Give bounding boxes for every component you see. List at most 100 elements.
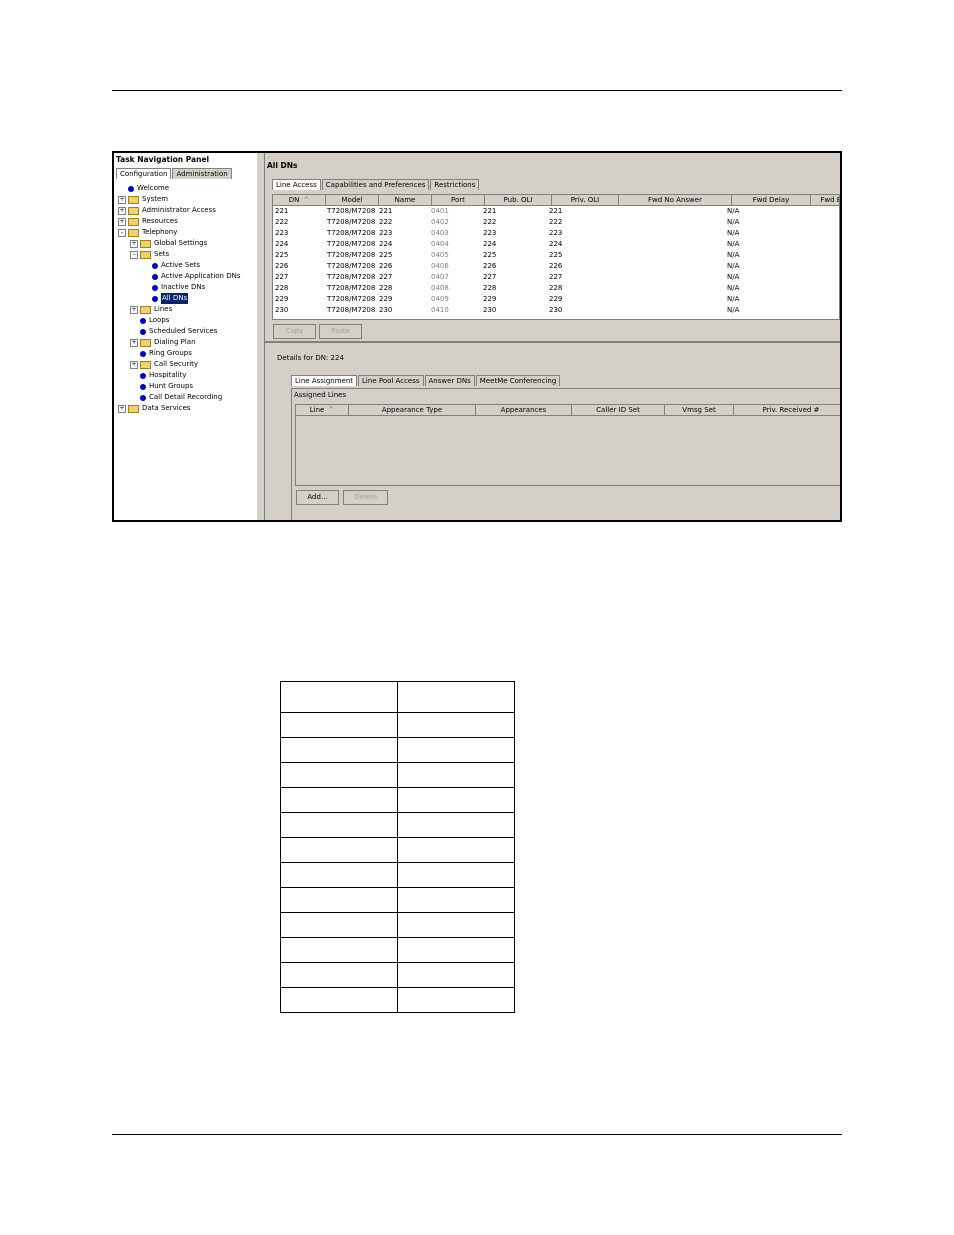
column-header[interactable]: Fwd No Answer — [619, 195, 732, 206]
table-cell: 224 — [483, 240, 497, 248]
column-header[interactable]: DN ^ — [273, 195, 326, 206]
tree-item[interactable]: Hospitality — [130, 370, 186, 381]
tree-item[interactable]: Scheduled Services — [130, 326, 217, 337]
tree-item[interactable]: Ring Groups — [130, 348, 192, 359]
table-cell: 0408 — [431, 284, 449, 292]
tree-item[interactable]: + System — [118, 194, 168, 205]
column-header[interactable]: Vmsg Set — [665, 405, 734, 416]
table-cell: 221 — [549, 207, 563, 215]
table-row — [280, 762, 515, 788]
tab-administration[interactable]: Administration — [172, 168, 232, 179]
tab-meetme-conferencing[interactable]: MeetMe Conferencing — [475, 375, 561, 386]
dot-icon — [140, 350, 146, 357]
splitter[interactable] — [257, 153, 265, 520]
table-cell — [280, 812, 398, 838]
table-row[interactable]: 227 T7208/M7208 227 0407 227 227 N/A — [273, 272, 839, 283]
table-row[interactable]: 223 T7208/M7208 223 0403 223 223 N/A — [273, 228, 839, 239]
collapse-icon[interactable]: - — [118, 228, 126, 237]
tree-item-label: Hospitality — [149, 371, 187, 379]
dot-icon — [140, 383, 146, 390]
table-cell — [397, 737, 515, 763]
table-row[interactable]: 222 T7208/M7208 222 0402 222 222 N/A — [273, 217, 839, 228]
tree-item[interactable]: Hunt Groups — [130, 381, 193, 392]
expand-icon[interactable]: + — [118, 217, 126, 226]
tree-item[interactable]: + Call Security — [130, 359, 198, 370]
tree-item[interactable]: - Sets — [130, 249, 169, 260]
column-header[interactable]: Priv. Received # — [734, 405, 840, 416]
table-row[interactable]: 224 T7208/M7208 224 0404 224 224 N/A — [273, 239, 839, 250]
table-row[interactable]: 225 T7208/M7208 225 0405 225 225 N/A — [273, 250, 839, 261]
column-header[interactable]: Name — [379, 195, 432, 206]
tab-capabilities[interactable]: Capabilities and Preferences — [321, 179, 430, 190]
tab-line-pool-access[interactable]: Line Pool Access — [358, 375, 424, 386]
tree-item-label: Dialing Plan — [154, 338, 196, 346]
tree-item[interactable]: Loops — [130, 315, 169, 326]
tree-item[interactable]: + Global Settings — [130, 238, 207, 249]
table-cell: T7208/M7208 — [327, 262, 376, 270]
copy-button[interactable]: Copy — [273, 324, 316, 339]
column-header[interactable]: Appearance Type — [349, 405, 476, 416]
tree-item[interactable]: - Telephony — [118, 227, 177, 238]
tree-item[interactable]: + Lines — [130, 304, 172, 315]
tab-answer-dns[interactable]: Answer DNs — [424, 375, 475, 386]
detail-tabs: Line Assignment Line Pool Access Answer … — [291, 375, 561, 386]
tree-item[interactable]: Active Application DNs — [142, 271, 241, 282]
table-row[interactable]: 221 T7208/M7208 221 0401 221 221 N/A — [273, 206, 839, 217]
tree-item[interactable]: Active Sets — [142, 260, 200, 271]
tree-item[interactable]: Call Detail Recording — [130, 392, 222, 403]
table-cell — [397, 787, 515, 813]
table-row[interactable]: 230 T7208/M7208 230 0410 230 230 N/A — [273, 305, 839, 316]
expand-icon[interactable]: + — [118, 206, 126, 215]
column-header[interactable]: Fwd Delay — [732, 195, 811, 206]
tree-item[interactable]: Welcome — [118, 183, 169, 194]
expand-icon[interactable]: + — [130, 239, 138, 248]
table-cell: 0410 — [431, 306, 449, 314]
expand-icon[interactable]: + — [130, 305, 138, 314]
tree-item[interactable]: + Data Services — [118, 403, 190, 414]
dot-icon — [152, 262, 158, 269]
tree-item-label: Sets — [154, 250, 170, 258]
tree-item[interactable]: Inactive DNs — [142, 282, 205, 293]
dot-icon — [140, 372, 146, 379]
table-cell — [397, 937, 515, 963]
expand-icon[interactable]: + — [118, 404, 126, 413]
column-header[interactable]: Caller ID Set — [572, 405, 665, 416]
horizontal-splitter[interactable] — [265, 341, 840, 343]
tab-configuration[interactable]: Configuration — [116, 168, 172, 179]
table-cell — [613, 217, 725, 228]
collapse-icon[interactable]: - — [130, 250, 138, 259]
assigned-lines-label: Assigned Lines — [294, 391, 347, 399]
table-row[interactable]: 229 T7208/M7208 229 0409 229 229 N/A — [273, 294, 839, 305]
column-header[interactable]: Appearances — [476, 405, 572, 416]
table-row — [280, 937, 515, 963]
add-button[interactable]: Add... — [296, 490, 339, 505]
paste-button[interactable]: Paste — [319, 324, 362, 339]
folder-icon — [140, 360, 151, 369]
tree-item[interactable]: All DNs — [142, 293, 189, 304]
column-header[interactable]: Fwd B — [811, 195, 839, 206]
tree-item-label: Active Sets — [161, 261, 201, 269]
expand-icon[interactable]: + — [130, 338, 138, 347]
tree-item[interactable]: + Dialing Plan — [130, 337, 196, 348]
tab-line-access[interactable]: Line Access — [272, 179, 321, 190]
table-cell: 221 — [483, 207, 497, 215]
delete-button[interactable]: Delete — [343, 490, 388, 505]
tree-item[interactable]: + Resources — [118, 216, 178, 227]
column-header[interactable]: Port — [432, 195, 485, 206]
table-row[interactable]: 228 T7208/M7208 228 0408 228 228 N/A — [273, 283, 839, 294]
column-header[interactable]: Pub. OLI — [485, 195, 552, 206]
table-cell: 0406 — [431, 262, 449, 270]
column-header[interactable]: Priv. OLI — [552, 195, 619, 206]
table-cell: T7208/M7208 — [327, 295, 376, 303]
tab-restrictions[interactable]: Restrictions — [430, 179, 480, 190]
table-row[interactable]: 226 T7208/M7208 226 0406 226 226 N/A — [273, 261, 839, 272]
main-title: All DNs — [267, 161, 298, 170]
table-cell: 226 — [483, 262, 497, 270]
tree-item[interactable]: + Administrator Access — [118, 205, 216, 216]
column-header[interactable]: Model — [326, 195, 379, 206]
expand-icon[interactable]: + — [130, 360, 138, 369]
expand-icon[interactable]: + — [118, 195, 126, 204]
tab-line-assignment[interactable]: Line Assignment — [291, 375, 358, 386]
column-header[interactable]: Line ^ — [296, 405, 349, 416]
table-row — [280, 712, 515, 738]
